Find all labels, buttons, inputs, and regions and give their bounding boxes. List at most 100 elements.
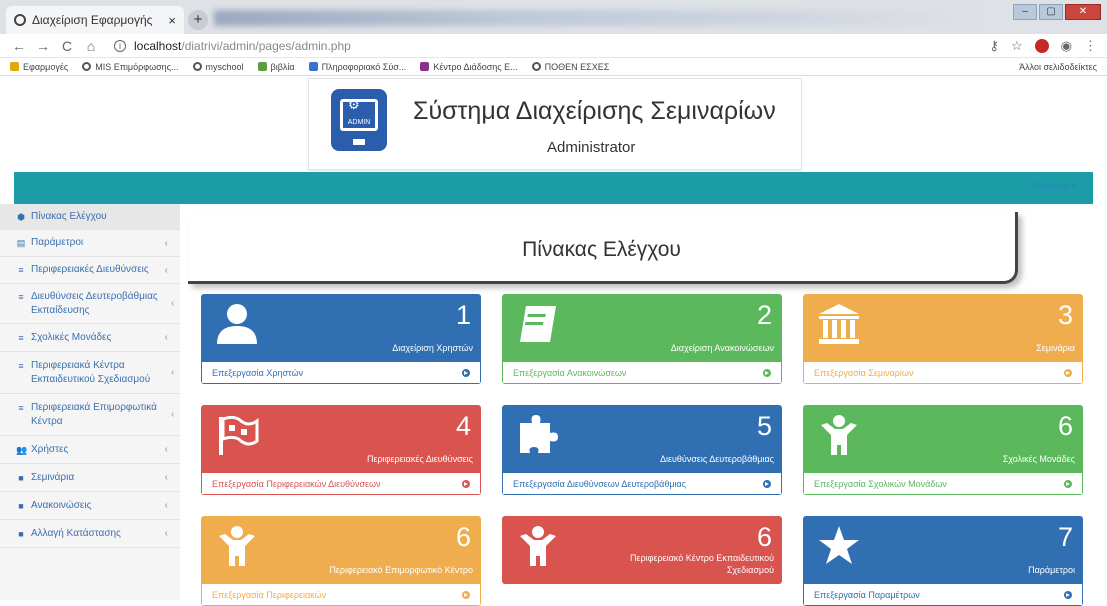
arrow-circle-right-icon — [462, 479, 470, 488]
tile-caption: Περιφερειακές Διευθύνσεις — [367, 454, 473, 464]
chevron-left-icon: ‹ — [171, 409, 175, 420]
sidebar-item-parameters[interactable]: ▤ Παράμετροι ‹ — [0, 230, 180, 257]
forward-button[interactable]: → — [34, 38, 52, 54]
tile-link[interactable]: Επεξεργασία Περιφερειακών — [201, 584, 481, 606]
key-icon[interactable]: ⚷ — [989, 38, 999, 54]
tile-seminars[interactable]: 3 Σεμινάρια Επεξεργασία Σεμιναρίων — [803, 294, 1083, 384]
tile-caption: Διευθύνσεις Δευτεροβάθμιας — [659, 454, 774, 464]
bookmark-mis[interactable]: MIS Επιμόρφωσης... — [82, 62, 179, 72]
globe-icon — [531, 62, 541, 71]
tile-planning-center[interactable]: 6 Περιφερειακό Κέντρο Εκπαιδευτικού Σχεδ… — [502, 516, 782, 584]
tile-secondary-directorates[interactable]: 5 Διευθύνσεις Δευτεροβάθμιας Επεξεργασία… — [502, 405, 782, 495]
arrow-circle-right-icon — [462, 590, 470, 599]
tile-caption: Διαχείριση Ανακοινώσεων — [670, 343, 774, 353]
url-host: localhost — [134, 38, 182, 53]
bookmark-info-system[interactable]: Πληροφοριακό Σύσ... — [308, 62, 406, 72]
sidebar-item-schools[interactable]: ≡ Σχολικές Μονάδες ‹ — [0, 324, 180, 352]
institution-icon — [819, 304, 859, 344]
bookmark-star-icon[interactable]: ☆ — [1011, 38, 1023, 54]
window-close-button[interactable]: ✕ — [1065, 4, 1101, 20]
admin-logo-icon: ⚙ ADMIN — [331, 89, 387, 151]
browser-tab[interactable]: Διαχείριση Εφαρμογής × — [6, 6, 184, 34]
tile-link[interactable]: Επεξεργασία Παραμέτρων — [803, 584, 1083, 606]
puzzle-icon — [520, 415, 558, 453]
tile-count: 6 — [756, 522, 772, 552]
arrow-circle-right-icon — [763, 368, 771, 377]
list-icon: ≡ — [18, 291, 24, 302]
adblock-icon[interactable] — [1034, 38, 1049, 53]
tile-link[interactable]: Επεξεργασία Σχολικών Μονάδων — [803, 473, 1083, 495]
url-field[interactable]: i localhost /diatrivi/admin/pages/admin.… — [106, 39, 989, 53]
sidebar: ⬢ Πίνακας Ελέγχου ▤ Παράμετροι ‹ ≡ Περιφερε… — [0, 204, 180, 600]
chevron-left-icon: ‹ — [164, 264, 168, 276]
sidebar-item-regional-directorates[interactable]: ≡ Περιφερειακές Διευθύνσεις ‹ — [0, 257, 180, 284]
top-navbar: ⚙ Admin ▾ — [14, 172, 1093, 204]
chevron-left-icon: ‹ — [171, 298, 175, 309]
chevron-left-icon: ‹ — [164, 472, 168, 483]
apps-icon — [10, 62, 19, 71]
tile-schools[interactable]: 6 Σχολικές Μονάδες Επεξεργασία Σχολικών … — [803, 405, 1083, 495]
maximize-button[interactable]: ▢ — [1039, 4, 1063, 20]
tile-parameters[interactable]: 7 Παράμετροι Επεξεργασία Παραμέτρων — [803, 516, 1083, 606]
chevron-left-icon: ‹ — [164, 237, 168, 249]
bookmarks-bar: Εφαρμογές MIS Επιμόρφωσης... myschool βι… — [0, 58, 1107, 76]
folder-icon: ■ — [18, 500, 24, 511]
sidebar-item-planning-centers[interactable]: ≡ Περιφερειακά Κέντρα Εκπαιδευτικού Σχεδι… — [0, 352, 180, 394]
grid-icon — [420, 62, 430, 71]
bookmark-center[interactable]: Κέντρο Διάδοσης Ε... — [420, 62, 518, 72]
sidebar-item-users[interactable]: 👥 Χρήστες ‹ — [0, 436, 180, 464]
tile-caption: Διαχείριση Χρηστών — [392, 343, 473, 353]
app-header: ⚙ ADMIN Σύστημα Διαχείρισης Σεμιναρίων A… — [0, 78, 1107, 172]
brand-box: ⚙ ADMIN Σύστημα Διαχείρισης Σεμιναρίων A… — [308, 78, 802, 170]
page-title: Πίνακας Ελέγχου — [522, 238, 681, 261]
tile-link[interactable]: Επεξεργασία Ανακοινώσεων — [502, 362, 782, 384]
user-menu[interactable]: ⚙ Admin ▾ — [1030, 181, 1077, 192]
tile-count: 5 — [756, 411, 772, 441]
back-button[interactable]: ← — [10, 38, 28, 54]
address-bar: ← → C ⌂ i localhost /diatrivi/admin/page… — [0, 34, 1107, 58]
list-icon: ≡ — [18, 332, 24, 343]
home-button[interactable]: ⌂ — [82, 38, 100, 54]
bookmark-myschool[interactable]: myschool — [192, 62, 244, 72]
tile-link[interactable]: Επεξεργασία Χρηστών — [201, 362, 481, 384]
sidebar-item-training-centers[interactable]: ≡ Περιφερειακά Επιμορφωτικά Κέντρα ‹ — [0, 394, 180, 436]
tile-caption: Σεμινάρια — [1036, 343, 1075, 353]
sidebar-item-seminars[interactable]: ■ Σεμινάρια ‹ — [0, 464, 180, 492]
dashboard-icon: ⬢ — [17, 211, 25, 222]
chevron-left-icon: ‹ — [164, 500, 168, 511]
tile-link[interactable]: Επεξεργασία Σεμιναρίων — [803, 362, 1083, 384]
other-bookmarks[interactable]: Άλλοι σελιδοδείκτες — [1005, 62, 1097, 72]
reload-button[interactable]: C — [58, 38, 76, 54]
chevron-left-icon: ‹ — [164, 528, 168, 539]
tile-link[interactable]: Επεξεργασία Περιφερειακών Διευθύνσεων — [201, 473, 481, 495]
favicon-icon — [14, 14, 26, 26]
chevron-left-icon: ‹ — [171, 367, 175, 378]
tile-count: 3 — [1057, 300, 1073, 330]
list-icon: ≡ — [18, 265, 24, 275]
bookmark-books[interactable]: βιβλία — [257, 62, 295, 72]
browser-menu-icon[interactable]: ⋮ — [1084, 38, 1097, 54]
sidebar-item-secondary-directorates[interactable]: ≡ Διευθύνσεις Δευτεροβάθμιας Εκπαίδευσης … — [0, 284, 180, 324]
bookmark-apps[interactable]: Εφαρμογές — [10, 62, 68, 72]
tile-link[interactable]: Επεξεργασία Διευθύνσεων Δευτεροβάθμιας — [502, 473, 782, 495]
tile-regional-directorates[interactable]: 4 Περιφερειακές Διευθύνσεις Επεξεργασία … — [201, 405, 481, 495]
tile-count: 1 — [455, 300, 471, 330]
tile-training-center[interactable]: 6 Περιφερειακό Επιμορφωτικό Κέντρο Επεξε… — [201, 516, 481, 606]
sidebar-item-announcements[interactable]: ■ Ανακοινώσεις ‹ — [0, 492, 180, 520]
tile-count: 6 — [1057, 411, 1073, 441]
arrow-circle-right-icon — [1064, 590, 1072, 599]
tile-users[interactable]: 1 Διαχείριση Χρηστών Επεξεργασία Χρηστών — [201, 294, 481, 384]
tile-announcements[interactable]: 2 Διαχείριση Ανακοινώσεων Επεξεργασία Αν… — [502, 294, 782, 384]
bookmark-pothen[interactable]: ΠΟΘΕΝ ΕΣΧΕΣ — [531, 62, 609, 72]
globe-icon — [192, 62, 202, 71]
tab-close-icon[interactable]: × — [168, 13, 176, 28]
sidebar-item-dashboard[interactable]: ⬢ Πίνακας Ελέγχου — [0, 204, 180, 230]
book-icon — [520, 306, 556, 342]
sidebar-item-change-status[interactable]: ■ Αλλαγή Κατάστασης ‹ — [0, 520, 180, 548]
new-tab-button[interactable]: + — [188, 10, 208, 30]
minimize-button[interactable]: – — [1013, 4, 1037, 20]
info-icon[interactable]: i — [114, 39, 126, 52]
tile-caption: Σχολικές Μονάδες — [1002, 454, 1075, 464]
arrow-circle-right-icon — [462, 368, 470, 377]
profile-icon[interactable]: ◉ — [1061, 38, 1072, 54]
